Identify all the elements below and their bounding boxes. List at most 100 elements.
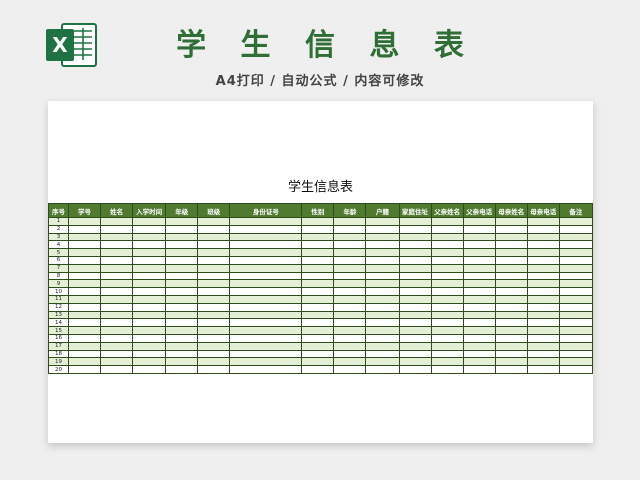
table-cell[interactable] [430, 271, 464, 281]
table-cell[interactable] [365, 224, 400, 234]
table-cell[interactable] [165, 217, 199, 226]
table-cell[interactable] [132, 341, 167, 351]
row-number-cell[interactable]: 6 [47, 255, 70, 265]
table-cell[interactable] [398, 279, 432, 289]
table-cell[interactable] [165, 333, 199, 343]
table-cell[interactable] [430, 365, 464, 374]
table-cell[interactable] [526, 357, 560, 367]
table-cell[interactable] [365, 271, 400, 281]
table-cell[interactable] [526, 217, 560, 226]
table-cell[interactable] [430, 232, 464, 242]
table-cell[interactable] [526, 232, 560, 242]
table-cell[interactable] [558, 217, 594, 226]
row-number-cell[interactable]: 16 [47, 333, 70, 343]
table-cell[interactable] [333, 341, 367, 351]
table-cell[interactable] [333, 326, 367, 335]
row-number-cell[interactable]: 3 [47, 232, 70, 242]
table-cell[interactable] [494, 326, 528, 335]
table-cell[interactable] [301, 294, 335, 304]
table-cell[interactable] [526, 271, 560, 281]
table-cell[interactable] [197, 310, 231, 320]
table-cell[interactable] [301, 248, 335, 257]
table-cell[interactable] [462, 349, 496, 359]
table-cell[interactable] [68, 326, 102, 335]
table-cell[interactable] [333, 333, 367, 343]
table-cell[interactable] [68, 302, 102, 312]
table-cell[interactable] [430, 310, 464, 320]
table-cell[interactable] [558, 310, 594, 320]
row-number-cell[interactable]: 10 [47, 287, 70, 296]
table-cell[interactable] [68, 255, 102, 265]
table-cell[interactable] [430, 357, 464, 367]
table-cell[interactable] [398, 287, 432, 296]
column-header[interactable]: 身份证号 [229, 203, 303, 218]
table-cell[interactable] [462, 240, 496, 250]
table-cell[interactable] [197, 287, 231, 296]
table-cell[interactable] [197, 232, 231, 242]
table-cell[interactable] [197, 333, 231, 343]
table-cell[interactable] [301, 224, 335, 234]
table-cell[interactable] [132, 240, 167, 250]
table-cell[interactable] [68, 349, 102, 359]
table-cell[interactable] [301, 333, 335, 343]
table-cell[interactable] [197, 263, 231, 273]
table-cell[interactable] [526, 302, 560, 312]
table-cell[interactable] [398, 248, 432, 257]
table-cell[interactable] [68, 294, 102, 304]
table-cell[interactable] [132, 310, 167, 320]
table-cell[interactable] [398, 224, 432, 234]
table-cell[interactable] [301, 302, 335, 312]
column-header[interactable]: 年龄 [333, 203, 367, 218]
table-cell[interactable] [100, 232, 134, 242]
column-header[interactable]: 学号 [68, 203, 102, 218]
table-cell[interactable] [165, 349, 199, 359]
row-number-cell[interactable]: 15 [47, 326, 70, 335]
table-cell[interactable] [494, 255, 528, 265]
table-cell[interactable] [197, 341, 231, 351]
table-cell[interactable] [526, 349, 560, 359]
table-cell[interactable] [100, 240, 134, 250]
table-cell[interactable] [494, 302, 528, 312]
table-cell[interactable] [229, 294, 303, 304]
row-number-cell[interactable]: 11 [47, 294, 70, 304]
table-cell[interactable] [365, 263, 400, 273]
table-cell[interactable] [229, 357, 303, 367]
table-cell[interactable] [132, 365, 167, 374]
table-cell[interactable] [197, 357, 231, 367]
table-cell[interactable] [197, 365, 231, 374]
column-header[interactable]: 备注 [558, 203, 594, 218]
table-cell[interactable] [494, 271, 528, 281]
table-cell[interactable] [333, 357, 367, 367]
table-cell[interactable] [301, 217, 335, 226]
table-cell[interactable] [333, 224, 367, 234]
table-cell[interactable] [365, 302, 400, 312]
table-cell[interactable] [197, 217, 231, 226]
table-cell[interactable] [229, 310, 303, 320]
table-cell[interactable] [197, 294, 231, 304]
table-cell[interactable] [558, 318, 594, 328]
table-cell[interactable] [462, 310, 496, 320]
table-cell[interactable] [526, 279, 560, 289]
table-cell[interactable] [462, 294, 496, 304]
table-cell[interactable] [398, 310, 432, 320]
table-cell[interactable] [333, 294, 367, 304]
table-cell[interactable] [494, 248, 528, 257]
table-cell[interactable] [526, 240, 560, 250]
table-cell[interactable] [398, 217, 432, 226]
table-cell[interactable] [68, 341, 102, 351]
table-cell[interactable] [301, 279, 335, 289]
table-cell[interactable] [365, 333, 400, 343]
table-cell[interactable] [301, 349, 335, 359]
table-cell[interactable] [526, 341, 560, 351]
row-number-cell[interactable]: 4 [47, 240, 70, 250]
table-cell[interactable] [197, 248, 231, 257]
table-cell[interactable] [365, 326, 400, 335]
table-cell[interactable] [301, 271, 335, 281]
table-cell[interactable] [68, 318, 102, 328]
table-cell[interactable] [430, 279, 464, 289]
table-cell[interactable] [100, 217, 134, 226]
table-cell[interactable] [333, 271, 367, 281]
table-cell[interactable] [494, 341, 528, 351]
table-cell[interactable] [558, 224, 594, 234]
table-cell[interactable] [430, 248, 464, 257]
